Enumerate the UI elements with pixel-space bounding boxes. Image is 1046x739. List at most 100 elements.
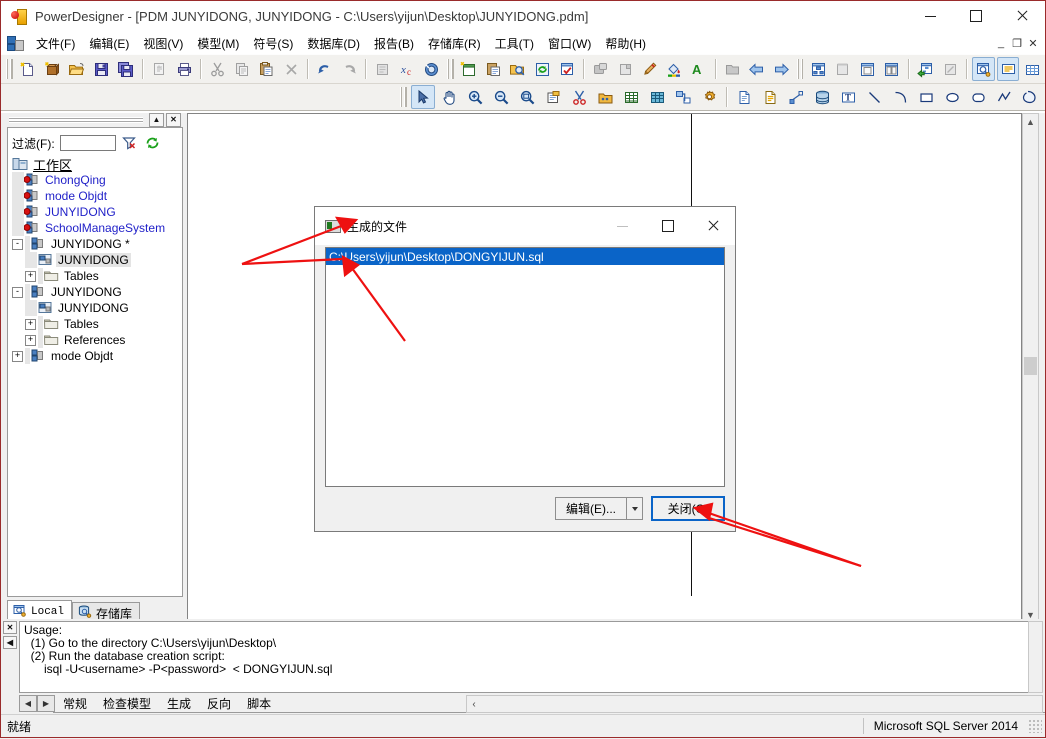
delete-button[interactable] — [280, 57, 303, 81]
menu-help[interactable]: 帮助(H) — [598, 33, 653, 54]
folder-button[interactable] — [721, 57, 744, 81]
clear-filter-icon[interactable] — [121, 135, 139, 152]
reverse-button[interactable] — [939, 57, 962, 81]
output-vertical-scrollbar[interactable] — [1028, 621, 1043, 693]
browser-collapse-button[interactable]: ▲ — [149, 113, 164, 127]
tree-node-references[interactable]: + References — [8, 332, 182, 348]
cut-button[interactable] — [206, 57, 229, 81]
menu-file[interactable]: 文件(F) — [29, 33, 82, 54]
text-box-tool[interactable]: T — [836, 85, 860, 109]
filter-input[interactable] — [59, 135, 116, 151]
cascade-window-button[interactable] — [881, 57, 904, 81]
output-collapse-button[interactable]: ◀ — [3, 636, 17, 649]
generate-button[interactable] — [914, 57, 937, 81]
print-button[interactable] — [173, 57, 196, 81]
undo-button[interactable] — [313, 57, 336, 81]
menu-edit[interactable]: 编辑(E) — [82, 33, 136, 54]
database-tool[interactable] — [810, 85, 834, 109]
copy-button[interactable] — [231, 57, 254, 81]
pointer-tool[interactable] — [411, 85, 435, 109]
link-tool[interactable] — [784, 85, 808, 109]
tree-node-mode-objdt-1[interactable]: mode Objdt — [8, 188, 182, 204]
table-tool[interactable] — [619, 85, 643, 109]
file-tool[interactable] — [732, 85, 756, 109]
result-list-button[interactable] — [832, 57, 855, 81]
window-maximize-button[interactable] — [953, 1, 999, 31]
tree-node-tables-1[interactable]: + Tables — [8, 268, 182, 284]
tree-node-junyidong-2[interactable]: - JUNYIDONG — [8, 284, 182, 300]
generated-files-list[interactable]: C:\Users\yijun\Desktop\DONGYIJUN.sql — [325, 247, 725, 487]
tile-window-button[interactable] — [856, 57, 879, 81]
forward-button[interactable] — [770, 57, 793, 81]
toggle-output-button[interactable] — [996, 57, 1020, 81]
window-close-button[interactable] — [999, 1, 1045, 31]
drag-lines[interactable] — [9, 117, 143, 123]
rounded-rect-tool[interactable] — [966, 85, 990, 109]
tree-expander[interactable]: + — [25, 334, 36, 346]
mdi-close-button[interactable]: ✕ — [1025, 35, 1041, 51]
toolbar-grip[interactable] — [6, 59, 13, 79]
zoom-out-tool[interactable] — [489, 85, 513, 109]
print-preview-button[interactable] — [148, 57, 171, 81]
rectangle-tool[interactable] — [914, 85, 938, 109]
arc-tool[interactable] — [888, 85, 912, 109]
check-model-button[interactable]: xc — [396, 57, 419, 81]
prev-tab-icon[interactable]: ◀ — [19, 695, 37, 712]
vertical-scroll-thumb[interactable] — [1024, 357, 1037, 375]
toolbar-grip-3[interactable] — [796, 59, 804, 79]
menu-database[interactable]: 数据库(D) — [300, 33, 367, 54]
mdi-restore-button[interactable]: ❐ — [1009, 35, 1025, 51]
dialog-minimize-button[interactable] — [600, 207, 645, 245]
window-minimize-button[interactable] — [907, 1, 953, 31]
model-tree[interactable]: 工作区 ChongQing mode Objdt JUNYIDONG Schoo… — [8, 154, 182, 596]
line-tool[interactable] — [862, 85, 886, 109]
redo-button[interactable] — [338, 57, 361, 81]
back-button[interactable] — [745, 57, 768, 81]
pan-tool[interactable] — [437, 85, 461, 109]
validate-button[interactable] — [556, 57, 579, 81]
refresh-icon[interactable] — [144, 135, 162, 152]
output-text-area[interactable]: Usage: (1) Go to the directory C:\Users\… — [19, 621, 1043, 693]
edit-button[interactable]: 编辑(E)... — [555, 497, 626, 520]
properties-button[interactable] — [371, 57, 394, 81]
browser-toggle-button[interactable] — [807, 57, 830, 81]
tree-expander[interactable]: - — [12, 238, 23, 250]
format-brush-button[interactable] — [638, 57, 661, 81]
tree-node-workspace[interactable]: 工作区 — [8, 156, 182, 173]
zoom-fit-tool[interactable] — [515, 85, 539, 109]
menu-view[interactable]: 视图(V) — [136, 33, 190, 54]
close-dialog-button[interactable]: 关闭(C) — [651, 496, 725, 521]
tree-node-junyidong-diagram-selected[interactable]: JUNYIDONG — [8, 252, 182, 268]
save-button[interactable] — [90, 57, 113, 81]
ellipse-tool[interactable] — [940, 85, 964, 109]
menu-tools[interactable]: 工具(T) — [488, 33, 541, 54]
resize-grip-icon[interactable] — [1028, 719, 1042, 733]
output-close-button[interactable]: ✕ — [3, 621, 17, 634]
scroll-left-icon[interactable]: ‹ — [467, 699, 481, 710]
list-item[interactable]: C:\Users\yijun\Desktop\DONGYIJUN.sql — [326, 248, 724, 265]
open-button[interactable] — [66, 57, 89, 81]
procedure-tool[interactable] — [697, 85, 721, 109]
palette-grip[interactable] — [400, 87, 407, 107]
tree-expander[interactable]: + — [25, 270, 36, 282]
tree-node-tables-2[interactable]: + Tables — [8, 316, 182, 332]
mdi-minimize-button[interactable]: _ — [993, 35, 1009, 51]
tree-node-mode-objdt-2[interactable]: + mode Objdt — [8, 348, 182, 364]
canvas-vertical-scrollbar[interactable]: ▲ ▼ — [1022, 113, 1039, 624]
menu-window[interactable]: 窗口(W) — [541, 33, 598, 54]
save-all-button[interactable] — [115, 57, 138, 81]
browser-close-button[interactable]: ✕ — [166, 113, 181, 127]
fill-color-button[interactable] — [663, 57, 686, 81]
view-table-tool[interactable] — [645, 85, 669, 109]
tree-node-junyidong-active[interactable]: - JUNYIDONG * — [8, 236, 182, 252]
find-button[interactable] — [507, 57, 530, 81]
package-tool[interactable] — [593, 85, 617, 109]
output-tab-generate[interactable]: 生成 — [159, 695, 199, 712]
polygon-tool[interactable] — [1018, 85, 1042, 109]
delete-tool[interactable] — [567, 85, 591, 109]
output-tab-general[interactable]: 常规 — [55, 695, 95, 712]
output-tab-reverse[interactable]: 反向 — [199, 695, 239, 712]
new-diagram-button[interactable] — [458, 57, 481, 81]
chevron-down-icon[interactable] — [626, 497, 643, 520]
tree-node-schoolmanagesystem[interactable]: SchoolManageSystem — [8, 220, 182, 236]
